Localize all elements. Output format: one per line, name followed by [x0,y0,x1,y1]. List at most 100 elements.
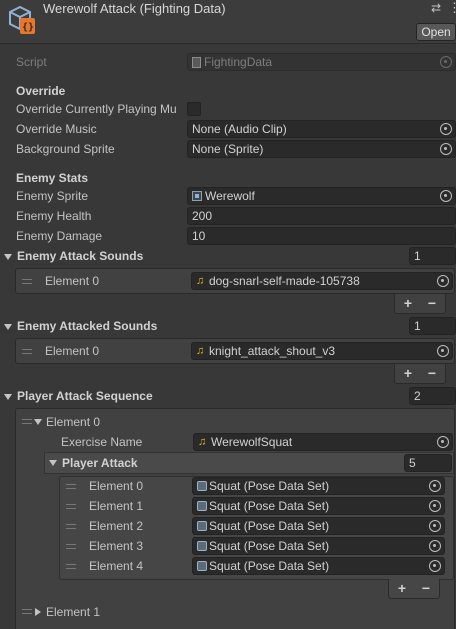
player-attack-footer: + − [388,579,440,599]
drag-handle[interactable] [22,349,32,354]
drag-handle[interactable] [66,484,76,489]
enemy-attacked-sounds-label[interactable]: Enemy Attacked Sounds [17,316,157,336]
background-sprite-label: Background Sprite [16,142,115,156]
player-attack-item-field[interactable]: Squat (Pose Data Set) [192,497,445,515]
list-item-label: Element 0 [45,274,100,288]
object-picker-icon[interactable] [429,560,441,572]
attack-sound-value: dog-snarl-self-made-105738 [209,274,360,288]
drag-handle[interactable] [66,504,76,509]
override-music-label: Override Music [16,122,97,136]
enemy-health-field[interactable]: 200 [187,207,456,225]
remove-element-button[interactable]: − [420,294,444,312]
override-music-value: None (Audio Clip) [192,122,287,136]
foldout-expanded-icon[interactable] [4,394,12,400]
player-attack-item-field[interactable]: Squat (Pose Data Set) [192,477,445,495]
enemy-damage-field[interactable]: 10 [187,227,456,245]
foldout-expanded-icon[interactable] [4,324,12,330]
player-attack-item-value: Squat (Pose Data Set) [209,559,330,573]
object-picker-icon[interactable] [437,345,449,357]
attacked-sound-field[interactable]: knight_attack_shout_v3 [191,342,453,360]
script-icon [192,57,201,68]
player-attack-item-field[interactable]: Squat (Pose Data Set) [192,557,445,575]
exercise-name-label: Exercise Name [61,435,143,449]
enemy-attack-sounds-label[interactable]: Enemy Attack Sounds [17,246,143,266]
player-attack-label[interactable]: Player Attack [62,453,138,473]
script-value: FightingData [204,55,273,69]
pose-data-set-icon [197,481,207,491]
exercise-name-field[interactable]: WerewolfSquat [193,433,453,451]
enemy-damage-label: Enemy Damage [16,229,103,243]
script-field: FightingData [187,53,456,71]
object-picker-icon[interactable] [429,480,441,492]
more-options-icon[interactable]: ⋮ [448,0,456,18]
foldout-collapsed-icon[interactable] [35,608,41,616]
foldout-expanded-icon[interactable] [49,460,57,466]
attacked-sound-value: knight_attack_shout_v3 [209,344,336,358]
inspector-title: Werewolf Attack (Fighting Data) [43,1,226,16]
script-label: Script [16,55,47,69]
audio-clip-icon [196,273,206,289]
player-attack-sequence-label[interactable]: Player Attack Sequence [17,386,153,406]
override-music-field[interactable]: None (Audio Clip) [187,120,456,138]
exercise-name-value: WerewolfSquat [211,435,293,449]
player-attack-size[interactable]: 5 [404,454,452,472]
object-picker-icon[interactable] [437,275,449,287]
object-picker-icon[interactable] [429,520,441,532]
remove-element-button[interactable]: − [414,579,438,597]
presets-icon[interactable]: ⇄ [431,0,441,18]
background-sprite-field[interactable]: None (Sprite) [187,140,456,158]
player-attack-item-value: Squat (Pose Data Set) [209,539,330,553]
audio-clip-icon [198,434,208,450]
sequence-element-0-label[interactable]: Element 0 [46,412,100,432]
player-attack-item-value: Squat (Pose Data Set) [209,499,330,513]
player-attack-item-label: Element 0 [89,479,144,493]
add-element-button[interactable]: + [390,579,414,597]
enemy-sprite-label: Enemy Sprite [16,189,89,203]
object-picker-icon[interactable] [437,436,449,448]
enemy-attack-sounds-footer: + − [394,294,446,314]
player-attack-item-label: Element 2 [89,519,144,533]
override-playing-checkbox[interactable] [187,102,201,116]
drag-handle[interactable] [22,419,32,424]
object-picker-icon [440,56,452,68]
object-picker-icon[interactable] [440,123,452,135]
list-item-label: Element 0 [45,344,100,358]
pose-data-set-icon [197,541,207,551]
enemy-sprite-value: Werewolf [205,189,255,203]
drag-handle[interactable] [22,279,32,284]
drag-handle[interactable] [66,544,76,549]
drag-handle[interactable] [66,524,76,529]
open-button[interactable]: Open [416,23,456,41]
foldout-expanded-icon[interactable] [4,254,12,260]
enemy-attacked-sounds-footer: + − [394,364,446,384]
player-attack-sequence-size[interactable]: 2 [409,387,456,405]
player-attack-item-field[interactable]: Squat (Pose Data Set) [192,517,445,535]
remove-element-button[interactable]: − [420,364,444,382]
enemy-attack-sounds-size[interactable]: 1 [409,247,456,265]
add-element-button[interactable]: + [396,294,420,312]
enemy-attack-sounds-list: Element 0 dog-snarl-self-made-105738 [15,268,455,294]
object-picker-icon[interactable] [440,143,452,155]
player-attack-item-value: Squat (Pose Data Set) [209,519,330,533]
add-element-button[interactable]: + [396,364,420,382]
attack-sound-field[interactable]: dog-snarl-self-made-105738 [191,272,453,290]
enemy-attacked-sounds-size[interactable]: 1 [409,317,456,335]
enemy-sprite-field[interactable]: Werewolf [187,187,456,205]
enemy-health-label: Enemy Health [16,209,92,223]
player-attack-item-field[interactable]: Squat (Pose Data Set) [192,537,445,555]
svg-text:{}: {} [22,22,34,33]
sequence-element-1-label[interactable]: Element 1 [46,602,100,622]
drag-handle[interactable] [66,564,76,569]
player-attack-item-label: Element 1 [89,499,144,513]
enemy-attacked-sounds-list: Element 0 knight_attack_shout_v3 [15,338,455,364]
pose-data-set-icon [197,521,207,531]
sprite-icon [192,191,202,201]
player-attack-item-label: Element 4 [89,559,144,573]
object-picker-icon[interactable] [429,500,441,512]
object-picker-icon[interactable] [429,540,441,552]
foldout-expanded-icon[interactable] [34,419,42,425]
pose-data-set-icon [197,501,207,511]
audio-clip-icon [196,343,206,359]
drag-handle[interactable] [22,609,32,614]
object-picker-icon[interactable] [440,190,452,202]
